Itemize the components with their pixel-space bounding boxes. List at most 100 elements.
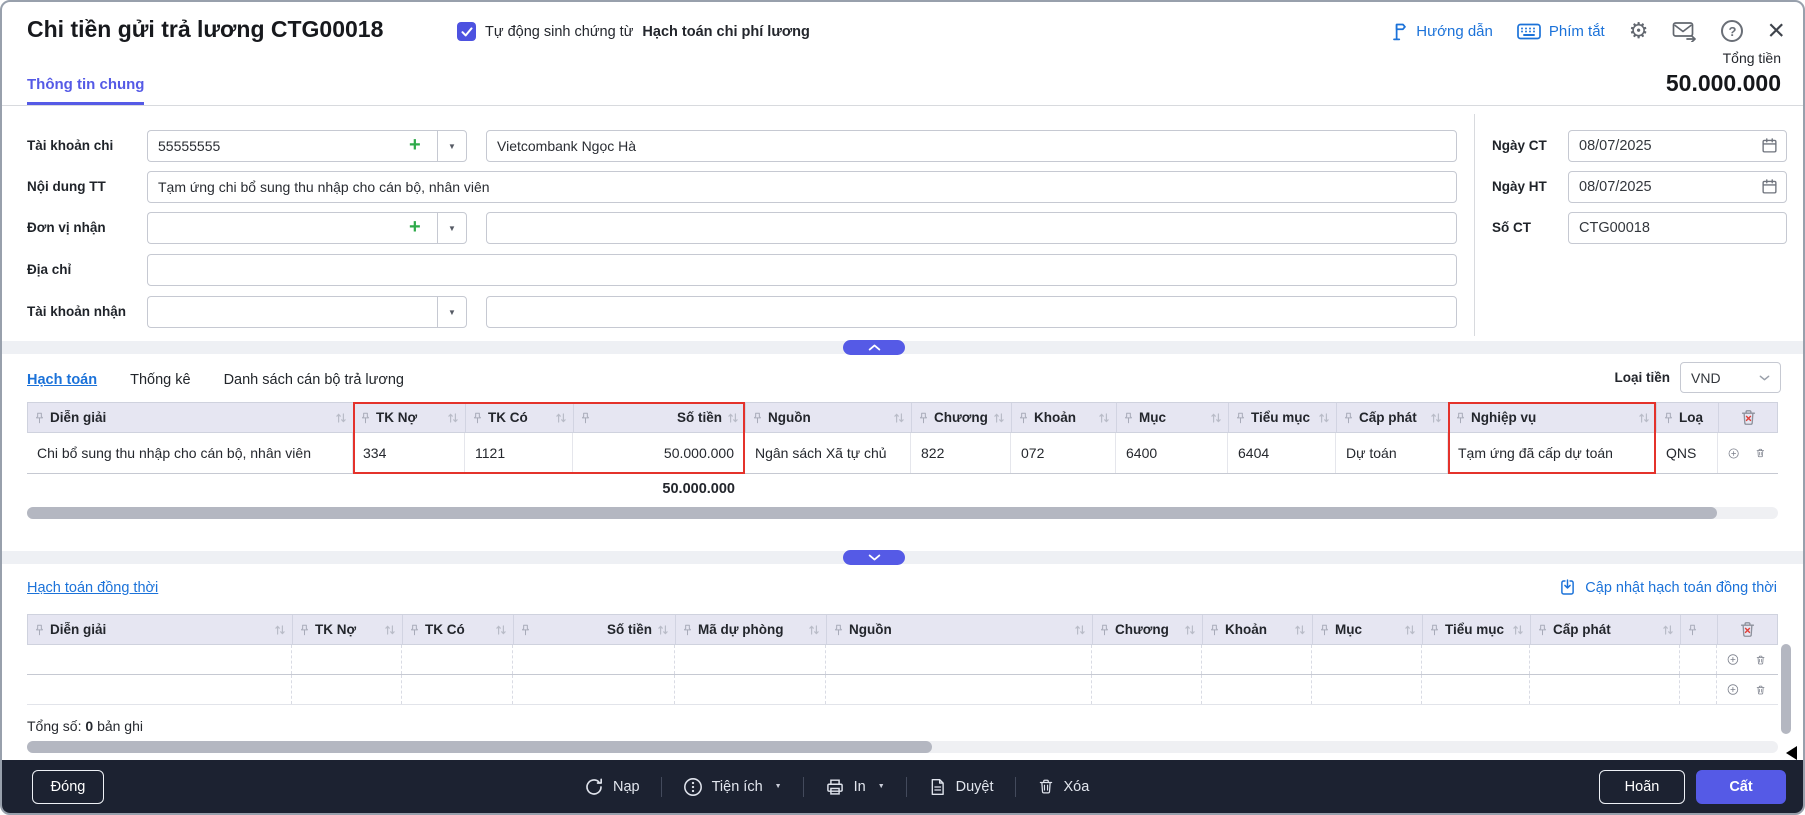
save-button[interactable]: Cất	[1696, 770, 1786, 804]
column-header-delete[interactable]	[1719, 403, 1777, 432]
column-header-tk-no[interactable]: TK Nợ	[293, 615, 403, 644]
autogen-checkbox[interactable]	[457, 22, 476, 41]
close-icon[interactable]: ×	[1767, 18, 1785, 44]
pin-icon[interactable]	[1209, 624, 1220, 636]
tab-thong-ke[interactable]: Thống kê	[130, 364, 190, 396]
pin-icon[interactable]	[34, 624, 45, 636]
noi-dung-tt-input[interactable]	[147, 171, 1457, 203]
pin-icon[interactable]	[1663, 412, 1674, 424]
sort-icon[interactable]	[1184, 624, 1196, 636]
tab-danh-sach-can-bo[interactable]: Danh sách cán bộ trả lương	[224, 364, 404, 396]
pin-icon[interactable]	[752, 412, 763, 424]
add-row-icon[interactable]	[1727, 650, 1739, 669]
horizontal-scrollbar[interactable]	[27, 741, 1778, 753]
cell-khoan[interactable]: 072	[1011, 433, 1116, 473]
pin-icon[interactable]	[1018, 412, 1029, 424]
utilities-button[interactable]: Tiện ích ▼	[683, 777, 782, 797]
pin-icon[interactable]	[1537, 624, 1548, 636]
guide-link[interactable]: Hướng dẫn	[1387, 21, 1493, 42]
tai-khoan-nhan-dropdown[interactable]: ▼	[437, 296, 467, 328]
pin-icon[interactable]	[1687, 624, 1698, 636]
column-header-tk-no[interactable]: TK Nợ	[354, 403, 466, 432]
update-concurrent-link[interactable]: Cập nhật hạch toán đồng thời	[1558, 578, 1777, 597]
add-row-icon[interactable]	[1728, 444, 1739, 463]
mail-forward-icon[interactable]	[1672, 21, 1697, 42]
column-header-so-tien[interactable]: Số tiền	[574, 403, 746, 432]
table-row[interactable]: Chi bổ sung thu nhập cho cán bộ, nhân vi…	[27, 433, 1778, 474]
add-row-icon[interactable]	[1727, 680, 1739, 699]
delete-row-icon[interactable]	[1755, 444, 1766, 462]
column-header-cap-phat[interactable]: Cấp phát	[1337, 403, 1449, 432]
cell-nghiep-vu[interactable]: Tạm ứng đã cấp dự toán	[1448, 433, 1656, 473]
column-header-ma-du-phong[interactable]: Mã dự phòng	[676, 615, 827, 644]
pin-icon[interactable]	[1123, 412, 1134, 424]
delete-row-icon[interactable]	[1755, 651, 1766, 669]
cell-nguon[interactable]: Ngân sách Xã tự chủ	[745, 433, 911, 473]
sort-icon[interactable]	[657, 624, 669, 636]
don-vi-nhan-input[interactable]	[147, 212, 437, 244]
cell-so-tien[interactable]: 50.000.000	[573, 433, 745, 473]
don-vi-nhan-dropdown[interactable]: ▼	[437, 212, 467, 244]
column-header-nguon[interactable]: Nguồn	[746, 403, 912, 432]
sort-icon[interactable]	[555, 412, 567, 424]
column-header-tieu-muc[interactable]: Tiểu mục	[1229, 403, 1337, 432]
column-header-tk-co[interactable]: TK Có	[466, 403, 574, 432]
calendar-icon[interactable]	[1761, 178, 1778, 195]
so-ct-input[interactable]	[1568, 212, 1787, 244]
column-header-cap-phat[interactable]: Cấp phát	[1531, 615, 1681, 644]
column-header-khoan[interactable]: Khoản	[1203, 615, 1313, 644]
column-header-chuong[interactable]: Chương	[912, 403, 1012, 432]
column-header-tk-co[interactable]: TK Có	[403, 615, 514, 644]
hach-toan-dong-thoi-link[interactable]: Hạch toán đồng thời	[27, 580, 158, 596]
sort-icon[interactable]	[1662, 624, 1674, 636]
sort-icon[interactable]	[1318, 412, 1330, 424]
sort-icon[interactable]	[1210, 412, 1222, 424]
column-header-loai[interactable]: Loạ	[1657, 403, 1719, 432]
currency-select[interactable]: VND	[1680, 362, 1781, 393]
close-button[interactable]: Đóng	[32, 770, 104, 804]
help-question-icon[interactable]: ?	[1721, 20, 1743, 42]
tai-khoan-nhan-name-input[interactable]	[486, 296, 1457, 328]
tai-khoan-chi-dropdown[interactable]: ▼	[437, 130, 467, 162]
column-header-dien-giai[interactable]: Diễn giải	[28, 615, 293, 644]
pin-icon[interactable]	[682, 624, 693, 636]
delete-all-icon[interactable]	[1739, 408, 1758, 427]
empty-row[interactable]	[27, 645, 1778, 675]
print-button[interactable]: In ▼	[825, 777, 885, 797]
pin-icon[interactable]	[580, 412, 591, 424]
cell-loai[interactable]: QNS	[1656, 433, 1718, 473]
sort-icon[interactable]	[335, 412, 347, 424]
sort-icon[interactable]	[447, 412, 459, 424]
sort-icon[interactable]	[384, 624, 396, 636]
cell-tk-no[interactable]: 334	[353, 433, 465, 473]
column-header-muc[interactable]: Mục	[1313, 615, 1423, 644]
tab-thong-tin-chung[interactable]: Thông tin chung	[27, 76, 144, 105]
column-header-tieu-muc[interactable]: Tiểu mục	[1423, 615, 1531, 644]
pin-icon[interactable]	[520, 624, 531, 636]
approve-button[interactable]: Duyệt	[928, 777, 994, 797]
scrollbar-thumb[interactable]	[27, 741, 932, 753]
column-header-nguon[interactable]: Nguồn	[827, 615, 1093, 644]
tab-hach-toan[interactable]: Hạch toán	[27, 364, 97, 396]
scrollbar-thumb[interactable]	[27, 507, 1717, 519]
add-account-icon[interactable]: +	[409, 134, 421, 156]
column-header-so-tien[interactable]: Số tiền	[514, 615, 676, 644]
collapse-down-button[interactable]	[843, 550, 905, 565]
sort-icon[interactable]	[1638, 412, 1650, 424]
settings-gear-icon[interactable]: ⚙	[1629, 20, 1649, 42]
pin-icon[interactable]	[1455, 412, 1466, 424]
sort-icon[interactable]	[1098, 412, 1110, 424]
column-header-delete[interactable]	[1718, 615, 1777, 644]
pin-icon[interactable]	[1319, 624, 1330, 636]
delete-all-icon[interactable]	[1738, 620, 1757, 639]
sort-icon[interactable]	[495, 624, 507, 636]
pin-icon[interactable]	[409, 624, 420, 636]
collapse-up-button[interactable]	[843, 340, 905, 355]
sort-icon[interactable]	[1404, 624, 1416, 636]
column-header-muc[interactable]: Mục	[1117, 403, 1229, 432]
pin-icon[interactable]	[472, 412, 483, 424]
cell-tieu-muc[interactable]: 6404	[1228, 433, 1336, 473]
pin-icon[interactable]	[1429, 624, 1440, 636]
cell-cap-phat[interactable]: Dự toán	[1336, 433, 1448, 473]
dia-chi-input[interactable]	[147, 254, 1457, 286]
